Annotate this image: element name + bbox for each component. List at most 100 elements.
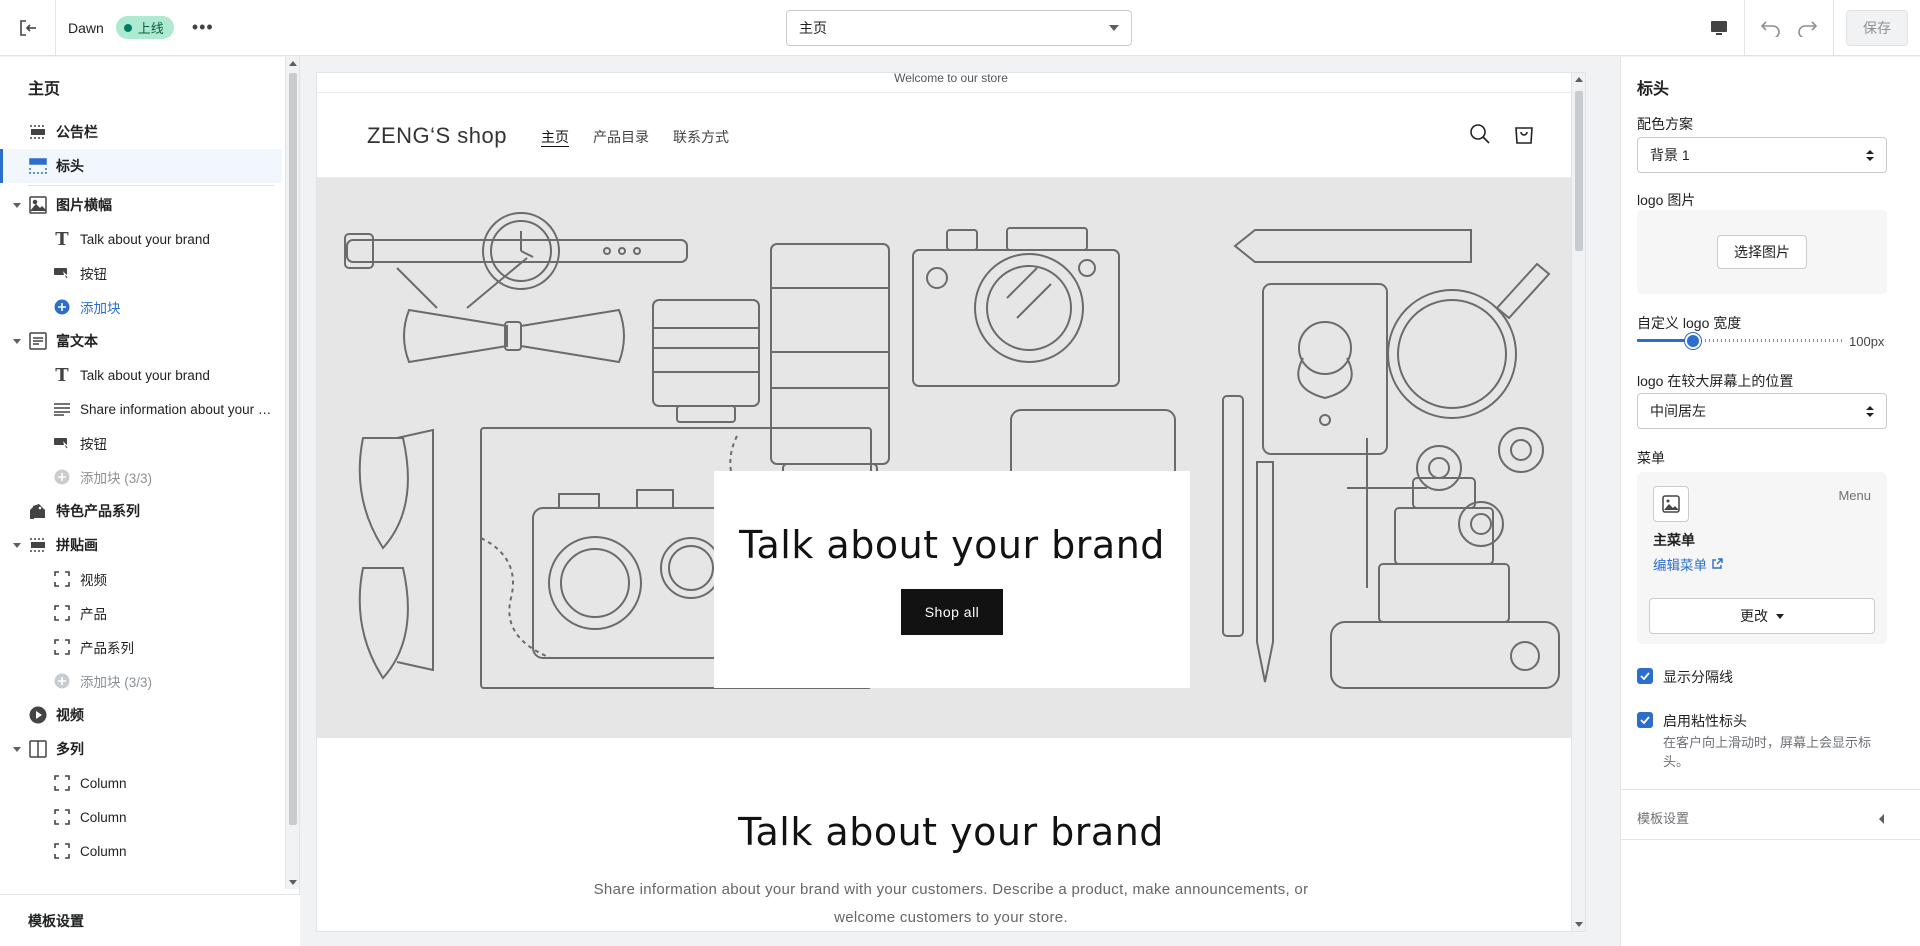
- preview-scrollbar[interactable]: [1571, 73, 1585, 931]
- sidebar-item-label: Column: [80, 775, 127, 791]
- theme-settings-button[interactable]: 模板设置: [0, 894, 300, 946]
- frame-block-icon: [52, 841, 72, 861]
- scroll-up-arrow-icon[interactable]: [1575, 77, 1583, 82]
- nav-link-contact[interactable]: 联系方式: [673, 127, 729, 147]
- caret-left-icon[interactable]: [1879, 814, 1884, 824]
- color-scheme-select[interactable]: 背景 1: [1637, 137, 1887, 173]
- announcement-bar-icon: [28, 122, 48, 142]
- nav-link-catalog[interactable]: 产品目录: [593, 127, 649, 147]
- sidebar-block-button[interactable]: 按钮: [0, 256, 282, 290]
- checkbox-checked-icon[interactable]: [1637, 712, 1653, 728]
- logo-position-select[interactable]: 中间居左: [1637, 393, 1887, 429]
- external-link-icon: [1712, 558, 1723, 569]
- sidebar-block-column[interactable]: Column: [0, 834, 282, 868]
- sticky-header-checkbox[interactable]: 启用粘性标头: [1637, 712, 1747, 730]
- sidebar-block-collection[interactable]: 产品系列: [0, 630, 282, 664]
- desktop-icon: [1710, 21, 1727, 35]
- sidebar-item-multicolumn[interactable]: 多列: [0, 732, 282, 766]
- plus-circle-icon: [52, 297, 72, 317]
- preview-nav: 主页 产品目录 联系方式: [541, 127, 729, 147]
- scroll-up-arrow-icon[interactable]: [289, 61, 297, 66]
- show-divider-checkbox[interactable]: 显示分隔线: [1637, 668, 1733, 686]
- device-preview-button[interactable]: [1693, 0, 1745, 56]
- scrollbar-thumb[interactable]: [1575, 91, 1583, 251]
- menu-picker-card: Menu 主菜单 编辑菜单 更改: [1637, 472, 1887, 644]
- section-group-divider: [28, 185, 274, 186]
- sidebar-block-column[interactable]: Column: [0, 800, 282, 834]
- caret-down-icon[interactable]: [13, 338, 21, 344]
- more-actions-button[interactable]: •••: [192, 17, 214, 38]
- page-template-select[interactable]: 主页: [786, 10, 1132, 46]
- sidebar-block-text[interactable]: Share information about your brand with …: [0, 392, 282, 426]
- sidebar-item-label: 按钮: [80, 437, 107, 452]
- image-banner-section[interactable]: Talk about your brand Shop all: [317, 178, 1585, 738]
- save-button[interactable]: 保存: [1846, 10, 1908, 46]
- select-image-button[interactable]: 选择图片: [1717, 235, 1807, 269]
- sidebar-item-header[interactable]: 标头: [0, 149, 282, 183]
- undo-button[interactable]: [1753, 0, 1789, 56]
- sidebar-item-announcement-bar[interactable]: 公告栏: [0, 115, 282, 180]
- add-block-button[interactable]: 添加块: [0, 290, 282, 324]
- sidebar-block-column[interactable]: Column: [0, 766, 282, 800]
- preview-announcement-bar[interactable]: Welcome to our store: [317, 73, 1585, 93]
- scrollbar-thumb[interactable]: [289, 73, 297, 825]
- logo-width-label: 自定义 logo 宽度: [1637, 315, 1742, 331]
- exit-button[interactable]: [0, 0, 56, 56]
- edit-menu-link[interactable]: 编辑菜单: [1653, 554, 1723, 574]
- logo-position-value: 中间居左: [1650, 403, 1706, 419]
- change-menu-label: 更改: [1740, 608, 1768, 624]
- sidebar-block-heading[interactable]: T Talk about your brand: [0, 358, 282, 392]
- add-block-button-disabled: 添加块 (3/3): [0, 460, 282, 494]
- caret-down-icon[interactable]: [13, 202, 21, 208]
- sidebar-item-label: 按钮: [80, 267, 107, 282]
- sidebar-item-label: 图片横幅: [56, 197, 112, 213]
- section-settings-panel: 标头 配色方案 背景 1 logo 图片 选择图片 自定义 logo 宽度 10…: [1620, 57, 1920, 946]
- status-badge-label: 上线: [137, 21, 164, 36]
- scroll-down-arrow-icon[interactable]: [1575, 922, 1583, 927]
- menu-image-icon: [1653, 486, 1689, 522]
- shop-logo[interactable]: ZENG‘S shop: [367, 123, 507, 149]
- sidebar-item-image-banner[interactable]: 图片横幅: [0, 188, 282, 222]
- theme-settings-link[interactable]: 模板设置: [1637, 808, 1689, 827]
- shop-all-button[interactable]: Shop all: [900, 589, 1004, 635]
- frame-block-icon: [52, 637, 72, 657]
- sidebar-item-label: Column: [80, 809, 127, 825]
- caret-down-icon[interactable]: [13, 746, 21, 752]
- rich-text-section[interactable]: Talk about your brand Share information …: [317, 738, 1585, 931]
- hero-heading[interactable]: Talk about your brand: [714, 523, 1190, 567]
- menu-label: 菜单: [1637, 450, 1665, 466]
- sticky-header-help: 在客户向上滑动时，屏幕上会显示标头。: [1663, 735, 1872, 769]
- preview-header[interactable]: ZENG‘S shop 主页 产品目录 联系方式: [317, 93, 1585, 178]
- nav-link-home[interactable]: 主页: [541, 127, 569, 147]
- rich-text-heading[interactable]: Talk about your brand: [317, 810, 1585, 854]
- sidebar-block-heading[interactable]: T Talk about your brand: [0, 222, 282, 256]
- sidebar-item-video[interactable]: 视频: [0, 698, 282, 732]
- logo-width-slider[interactable]: [1637, 333, 1843, 349]
- sidebar-block-button[interactable]: 按钮: [0, 426, 282, 460]
- sidebar-item-rich-text[interactable]: 富文本: [0, 324, 282, 358]
- sidebar-item-collage[interactable]: 拼贴画: [0, 528, 282, 562]
- slider-handle[interactable]: [1685, 333, 1701, 349]
- exit-icon: [19, 19, 36, 36]
- sidebar-scrollbar[interactable]: [285, 57, 299, 889]
- scroll-down-arrow-icon[interactable]: [289, 880, 297, 885]
- redo-button[interactable]: [1789, 0, 1825, 56]
- color-scheme-label: 配色方案: [1637, 116, 1693, 132]
- change-menu-button[interactable]: 更改: [1649, 598, 1875, 634]
- search-icon[interactable]: [1469, 123, 1491, 145]
- checkbox-checked-icon[interactable]: [1637, 668, 1653, 684]
- paragraph-icon: [52, 399, 72, 419]
- sidebar-item-featured-collection[interactable]: 特色产品系列: [0, 494, 282, 528]
- cart-icon[interactable]: [1513, 123, 1535, 145]
- sidebar-block-video[interactable]: 视频: [0, 562, 282, 596]
- sidebar-item-label: 多列: [56, 741, 84, 757]
- sidebar-title: 主页: [28, 81, 61, 98]
- caret-down-icon[interactable]: [13, 542, 21, 548]
- settings-divider: [1621, 839, 1920, 840]
- rich-text-paragraph[interactable]: Share information about your brand with …: [571, 876, 1331, 931]
- status-dot-icon: [123, 23, 132, 32]
- collage-section-icon: [28, 535, 48, 555]
- chevron-down-icon: [1109, 25, 1119, 31]
- sidebar-block-product[interactable]: 产品: [0, 596, 282, 630]
- button-block-icon: [52, 433, 72, 453]
